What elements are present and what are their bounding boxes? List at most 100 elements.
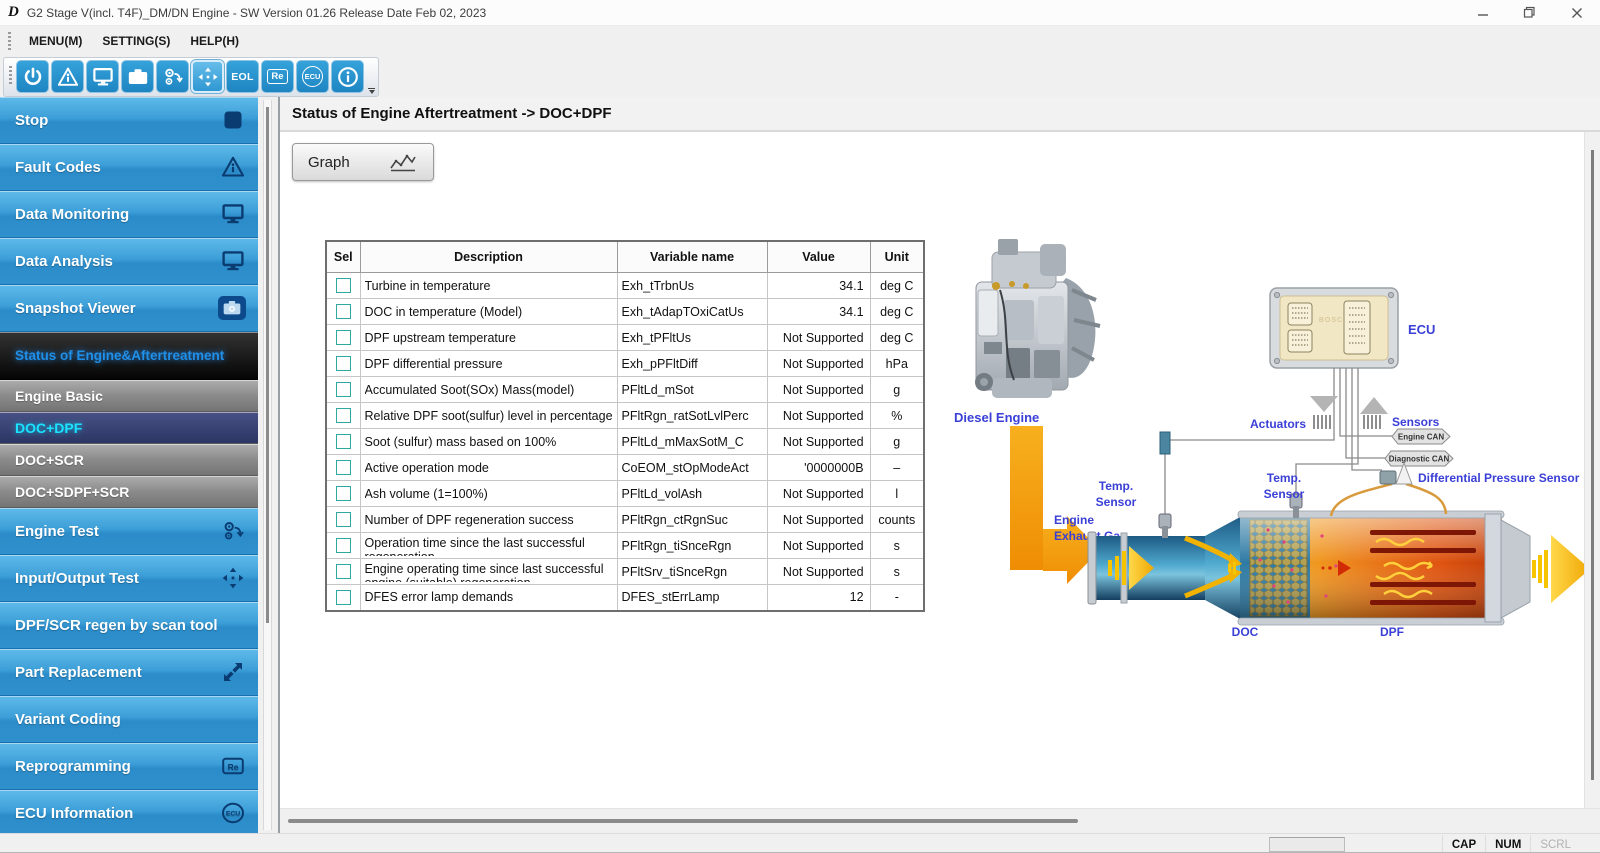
diagnostic-can-label: Diagnostic CAN	[1389, 455, 1450, 464]
toolbar-button[interactable]: Re	[261, 60, 294, 93]
row-description: DPF differential pressure	[365, 354, 613, 374]
table-row[interactable]: Soot (sulfur) mass based on 100% PFltLd_…	[326, 429, 924, 455]
table-row[interactable]: DOC in temperature (Model) Exh_tAdapTOxi…	[326, 299, 924, 325]
toolbar-button[interactable]	[86, 60, 119, 93]
row-checkbox[interactable]	[336, 564, 351, 579]
row-checkbox[interactable]	[336, 330, 351, 345]
minimize-button[interactable]	[1459, 0, 1506, 25]
menu-item[interactable]: SETTING(S)	[92, 30, 180, 52]
column-header-description: Description	[360, 241, 617, 273]
table-row[interactable]: DFES error lamp demands DFES_stErrLamp 1…	[326, 585, 924, 611]
table-row[interactable]: Operation time since the last successful…	[326, 533, 924, 559]
sidebar-item[interactable]: Variant Coding	[0, 696, 258, 743]
row-variable-name: PFltSrv_tiSnceRgn	[617, 559, 767, 585]
table-row[interactable]: DPF upstream temperature Exh_tPFltUs Not…	[326, 325, 924, 351]
sidebar-item[interactable]: Part Replacement	[0, 649, 258, 696]
sidebar-item[interactable]: ECU Information ECU	[0, 790, 258, 833]
table-row[interactable]: Number of DPF regeneration success PFltR…	[326, 507, 924, 533]
fault-codes-icon	[220, 154, 246, 180]
table-row[interactable]: Engine operating time since last success…	[326, 559, 924, 585]
statusbar: CAP NUM SCRL	[0, 833, 1600, 853]
row-value: 12	[767, 585, 870, 611]
line-chart-icon	[389, 152, 417, 172]
row-checkbox[interactable]	[336, 356, 351, 371]
info-icon	[337, 66, 359, 88]
svg-text:Re: Re	[228, 762, 239, 772]
row-description: Turbine in temperature	[365, 276, 613, 296]
table-row[interactable]: Ash volume (1=100%) PFltLd_volAsh Not Su…	[326, 481, 924, 507]
table-row[interactable]: Relative DPF soot(sulfur) level in perce…	[326, 403, 924, 429]
row-checkbox[interactable]	[336, 304, 351, 319]
graph-button[interactable]: Graph	[292, 143, 434, 181]
toolbar-button[interactable]	[16, 60, 49, 93]
toolbar-grip[interactable]	[9, 66, 12, 84]
content-panel: Status of Engine Aftertreatment -> DOC+D…	[278, 97, 1600, 833]
diesel-engine-label: Diesel Engine	[954, 410, 1039, 425]
sidebar-item[interactable]: Input/Output Test	[0, 555, 258, 602]
sidebar-item[interactable]: Stop	[0, 97, 258, 144]
sidebar-item[interactable]: DOC+SCR	[0, 444, 258, 476]
sidebar-item[interactable]: Engine Basic	[0, 380, 258, 412]
row-checkbox[interactable]	[336, 590, 351, 605]
sidebar-scrollbar-thumb[interactable]	[266, 107, 269, 623]
toolbar-overflow-button[interactable]	[367, 88, 376, 94]
table-row[interactable]: DPF differential pressure Exh_pPFltDiff …	[326, 351, 924, 377]
table-row[interactable]: Accumulated Soot(SOx) Mass(model) PFltLd…	[326, 377, 924, 403]
toolbar-button[interactable]	[51, 60, 84, 93]
row-unit: s	[870, 559, 924, 585]
menubar-grip[interactable]	[8, 32, 11, 50]
row-checkbox[interactable]	[336, 538, 351, 553]
toolbar-button[interactable]: EOL	[226, 60, 259, 93]
actuators-label: Actuators	[1250, 417, 1306, 431]
toolbar-button[interactable]	[331, 60, 364, 93]
row-variable-name: DFES_stErrLamp	[617, 585, 767, 611]
menu-item[interactable]: HELP(H)	[180, 30, 249, 52]
sidebar-item-label: Engine Test	[15, 523, 99, 540]
toolbar-button-label: Re	[267, 69, 287, 84]
row-checkbox[interactable]	[336, 486, 351, 501]
sidebar-item[interactable]: Data Monitoring	[0, 191, 258, 238]
sidebar-item[interactable]: Data Analysis	[0, 238, 258, 285]
restore-button[interactable]	[1506, 0, 1553, 25]
sidebar-item[interactable]: Status of Engine&Aftertreatment	[0, 332, 258, 380]
row-description: Accumulated Soot(SOx) Mass(model)	[365, 380, 613, 400]
ecu-label: ECU	[1408, 322, 1435, 337]
temp-sensor-1-label: Temp.	[1099, 479, 1133, 493]
toolbar-button[interactable]	[191, 60, 224, 93]
sidebar-item-label: Variant Coding	[15, 711, 121, 728]
row-description: Operation time since the last successful	[365, 536, 613, 551]
toolbar-button[interactable]	[121, 60, 154, 93]
sidebar-item[interactable]: Snapshot Viewer	[0, 285, 258, 332]
actuators-hatch	[1314, 415, 1330, 429]
menu-item[interactable]: MENU(M)	[19, 30, 92, 52]
close-button[interactable]	[1553, 0, 1600, 25]
sidebar-item[interactable]: Engine Test	[0, 508, 258, 555]
vertical-scrollbar-thumb[interactable]	[1591, 150, 1594, 780]
toolbar-buttons: EOL Re ECU	[3, 57, 379, 97]
fault-codes-icon	[57, 66, 79, 88]
horizontal-scrollbar-thumb[interactable]	[288, 819, 1078, 823]
row-variable-name: Exh_tTrbnUs	[617, 273, 767, 299]
app-logo: D	[8, 4, 19, 21]
sidebar-item[interactable]: DPF/SCR regen by scan tool	[0, 602, 258, 649]
engine-test-icon	[220, 518, 246, 544]
row-checkbox[interactable]	[336, 434, 351, 449]
signal-table: Sel Description Variable name Value Unit	[325, 240, 925, 612]
row-checkbox[interactable]	[336, 408, 351, 423]
table-row[interactable]: Turbine in temperature Exh_tTrbnUs 34.1 …	[326, 273, 924, 299]
toolbar-button[interactable]: ECU	[296, 60, 329, 93]
row-description-overflow: engine (suitable) regeneration	[365, 577, 613, 582]
ecu-image: BOSCH	[1270, 288, 1398, 368]
row-checkbox[interactable]	[336, 278, 351, 293]
row-checkbox[interactable]	[336, 460, 351, 475]
table-row[interactable]: Active operation mode CoEOM_stOpModeAct …	[326, 455, 924, 481]
toolbar-button[interactable]	[156, 60, 189, 93]
sidebar-item[interactable]: DOC+SDPF+SCR	[0, 476, 258, 508]
column-header-value: Value	[767, 241, 870, 273]
row-checkbox[interactable]	[336, 382, 351, 397]
sidebar-item[interactable]: Reprogramming Re	[0, 743, 258, 790]
row-checkbox[interactable]	[336, 512, 351, 527]
statusbar-progress-box	[1269, 837, 1345, 852]
sidebar-item[interactable]: Fault Codes	[0, 144, 258, 191]
sidebar-item[interactable]: DOC+DPF	[0, 412, 258, 444]
